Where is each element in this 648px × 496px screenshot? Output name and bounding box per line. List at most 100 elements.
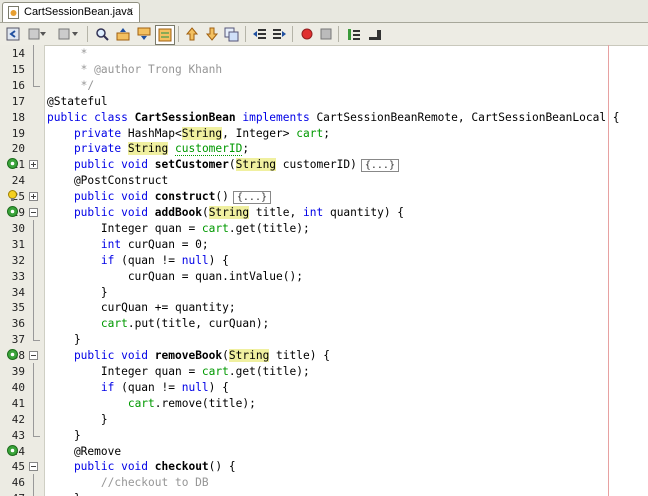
code-editor[interactable]: 14 * 15 * @author Trong Khanh 16 */17 @Stat… (0, 45, 648, 496)
code-text: private HashMap<String, Integer> cart; (47, 126, 330, 140)
code-line[interactable]: 35 curQuan += quantity; (0, 299, 648, 316)
code-line[interactable]: 21 public void setCustomer(String custom… (0, 156, 648, 173)
code-line[interactable]: 37 } (0, 331, 648, 347)
code-token: if (47, 253, 122, 267)
uncomment-icon[interactable] (365, 25, 383, 43)
code-token: } (47, 428, 81, 442)
code-token: .put(title, curQuan); (127, 317, 270, 331)
back-icon[interactable] (4, 25, 22, 43)
code-token: null (181, 253, 209, 267)
code-token: (quan != (121, 253, 182, 267)
code-token: addBook (154, 206, 202, 219)
line-number: 24 (11, 174, 25, 188)
code-line[interactable]: 38 public void removeBook(String title) … (0, 347, 648, 363)
code-text: Integer quan = cart.get(title); (47, 365, 310, 378)
collapsed-code-block[interactable]: {...} (360, 159, 399, 173)
collapse-fold-icon[interactable] (29, 351, 38, 361)
implements-method-icon[interactable] (7, 444, 18, 456)
code-token: CartSessionBeanRemote, CartSessionBeanLo… (316, 110, 620, 124)
code-line[interactable]: 30 Integer quan = cart.get(title); (0, 219, 648, 236)
code-token: , Integer> (222, 126, 297, 140)
code-token: ( (222, 349, 229, 363)
history-dropdown-icon[interactable] (38, 25, 48, 43)
implements-method-icon[interactable] (7, 158, 18, 170)
close-tab-icon[interactable]: × (127, 5, 133, 17)
code-token: title, (249, 206, 303, 219)
line-number: 46 (11, 476, 25, 490)
line-number: 16 (11, 78, 25, 92)
toolbar-separator (338, 26, 339, 42)
comment-icon[interactable] (344, 25, 362, 43)
code-line[interactable]: 41 cart.remove(title); (0, 394, 648, 411)
code-token: if (47, 380, 122, 394)
shift-left-icon[interactable] (250, 25, 268, 43)
shift-right-icon[interactable] (270, 25, 288, 43)
code-line[interactable]: 40 if (quan != null) { (0, 378, 648, 395)
stop-macro-icon[interactable] (317, 25, 335, 43)
code-token: String (208, 206, 250, 219)
find-next-icon[interactable] (135, 25, 153, 43)
code-line[interactable]: 44 @Remove (0, 443, 648, 459)
fold-end-guide (33, 331, 40, 342)
code-token: * @author Trong Khanh (47, 62, 223, 76)
code-line[interactable]: 15 * @author Trong Khanh (0, 60, 648, 77)
code-token: customerID) (276, 158, 357, 172)
code-line[interactable]: 17 @Stateful (0, 93, 648, 109)
implements-method-icon[interactable] (7, 206, 18, 217)
code-line[interactable]: 33 curQuan = quan.intValue(); (0, 267, 648, 284)
toggle-highlight-icon[interactable] (155, 25, 175, 45)
toggle-bookmark-icon[interactable] (222, 25, 240, 43)
code-line[interactable]: 14 * (0, 45, 648, 61)
code-line[interactable]: 31 int curQuan = 0; (0, 235, 648, 252)
fold-guide (33, 299, 34, 316)
code-token: removeBook (154, 349, 223, 363)
code-line[interactable]: 32 if (quan != null) { (0, 251, 648, 268)
expand-fold-icon[interactable] (29, 192, 38, 202)
code-line[interactable]: 45 public void checkout() { (0, 458, 648, 474)
code-line[interactable]: 42 } (0, 410, 648, 427)
code-token: ; (323, 126, 330, 140)
fold-guide (33, 267, 34, 284)
code-line[interactable]: 39 Integer quan = cart.get(title); (0, 363, 648, 379)
editor-toolbar (0, 23, 648, 46)
code-text: public void addBook(String title, int qu… (47, 206, 404, 219)
next-bookmark-icon[interactable] (203, 25, 221, 43)
forward-dropdown-icon[interactable] (70, 25, 80, 43)
code-line[interactable]: 16 */ (0, 76, 648, 93)
code-line[interactable]: 25 public void construct() {...} (0, 188, 648, 205)
code-line[interactable]: 34 } (0, 283, 648, 300)
code-token: public void (47, 349, 155, 363)
code-token: .get(title); (228, 221, 310, 235)
code-token: String (235, 158, 277, 172)
code-line[interactable]: 18 public class CartSessionBean implement… (0, 109, 648, 125)
expand-fold-icon[interactable] (29, 160, 38, 170)
code-line[interactable]: 20 private String customerID; (0, 140, 648, 157)
code-token: //checkout to DB (47, 476, 209, 490)
implements-method-icon[interactable] (7, 349, 18, 361)
code-token: * (47, 47, 88, 60)
code-line[interactable]: 46 //checkout to DB (0, 474, 648, 491)
find-previous-icon[interactable] (114, 25, 132, 43)
line-number: 32 (11, 253, 25, 267)
tab-cart-session-bean[interactable]: CartSessionBean.java × (2, 2, 140, 22)
prev-bookmark-icon[interactable] (183, 25, 201, 43)
collapsed-code-block[interactable]: {...} (232, 191, 271, 205)
code-line[interactable]: 36 cart.put(title, curQuan); (0, 315, 648, 332)
code-line[interactable]: 29 public void addBook(String title, int… (0, 204, 648, 220)
lightbulb-hint-icon[interactable] (7, 190, 18, 202)
record-macro-icon[interactable] (298, 25, 316, 43)
find-icon[interactable] (93, 25, 111, 43)
code-text: if (quan != null) { (47, 381, 229, 394)
code-line[interactable]: 47 } (0, 490, 648, 496)
collapse-fold-icon[interactable] (29, 462, 38, 472)
code-token: cart (100, 317, 128, 331)
code-token: cart (296, 126, 324, 140)
code-line[interactable]: 43 } (0, 426, 648, 443)
code-token: @Stateful (47, 94, 108, 108)
code-line[interactable]: 24 @PostConstruct (0, 172, 648, 188)
fold-guide (33, 394, 34, 411)
collapse-fold-icon[interactable] (29, 208, 38, 217)
code-line[interactable]: 19 private HashMap<String, Integer> cart… (0, 125, 648, 141)
